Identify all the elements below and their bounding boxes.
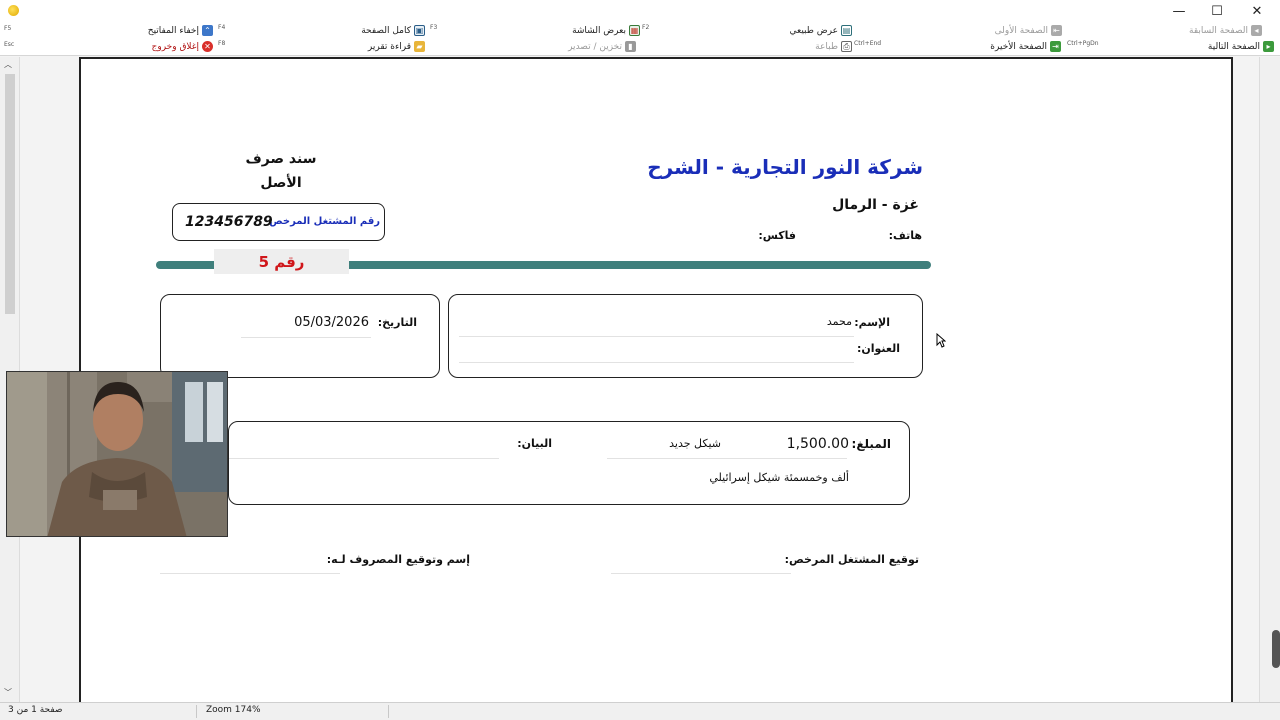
company-name: شركة النور التجارية - الشرح	[647, 155, 923, 179]
screen-width-button[interactable]: ▦ بعرض الشاشة	[572, 25, 640, 36]
company-city: غزة - الرمال	[832, 197, 919, 213]
amount-underline	[607, 458, 847, 459]
address-label: العنوان:	[856, 342, 900, 355]
full-page-label: كامل الصفحة	[361, 25, 411, 36]
date-value: 05/03/2026	[294, 315, 369, 330]
address-underline	[459, 362, 854, 363]
status-bar: صفحة 1 من 3 Zoom 174%	[0, 702, 1280, 720]
document-copy: الأصل	[260, 175, 302, 191]
scrollbar-thumb[interactable]	[5, 74, 15, 314]
minimize-button[interactable]: —	[1160, 0, 1198, 22]
amount-value: 1,500.00	[786, 436, 849, 452]
title-bar: — ☐ ✕	[0, 0, 1280, 22]
date-underline	[241, 337, 371, 338]
close-window-button[interactable]: ✕	[1238, 0, 1276, 22]
name-underline	[459, 336, 854, 337]
description-label: البيان:	[517, 437, 552, 450]
hide-keys-label: إخفاء المفاتيح	[147, 25, 199, 36]
fax-label: فاكس:	[758, 229, 796, 242]
close-exit-icon: ✕	[202, 41, 213, 52]
scroll-up-arrow-icon[interactable]: ︿	[4, 59, 12, 70]
last-page-button[interactable]: ⇥ الصفحة الأخيرة	[990, 41, 1061, 52]
right-scroll-area	[1259, 57, 1280, 702]
report-preview-window: — ☐ ✕ F5 Esc ◂ الصفحة السابقة ⇤ الصفحة ا…	[0, 0, 1280, 720]
read-report-button[interactable]: ▰ قراءة تقرير	[368, 41, 425, 52]
description-underline	[229, 458, 499, 459]
amount-box: المبلغ: 1,500.00 شيكل جديد البيان: ألف و…	[228, 421, 910, 505]
recipient-box: الإسم: محمد العنوان:	[448, 294, 923, 378]
normal-view-button[interactable]: ▤ عرض طبيعي	[789, 25, 852, 36]
report-page: شركة النور التجارية - الشرح غزة - الرمال…	[79, 57, 1233, 702]
webcam-overlay	[6, 371, 228, 537]
scroll-down-arrow-icon[interactable]: ﹀	[4, 687, 12, 698]
last-page-label: الصفحة الأخيرة	[990, 41, 1047, 52]
hide-keys-icon: ⌃	[202, 25, 213, 36]
currency-label: شيكل جديد	[669, 437, 721, 450]
first-page-icon: ⇤	[1051, 25, 1062, 36]
zoom-level: Zoom 174%	[206, 705, 261, 715]
f4-key-hint: F4	[218, 24, 226, 31]
maximize-button[interactable]: ☐	[1198, 0, 1236, 22]
phone-label: هاتف:	[888, 229, 922, 242]
close-exit-label: إغلاق وخروج	[151, 41, 199, 52]
status-divider	[196, 705, 197, 718]
license-label: رقم المشتغل المرخص	[269, 216, 380, 227]
printer-icon: ⎙	[841, 41, 852, 52]
normal-view-label: عرض طبيعي	[789, 25, 838, 36]
f3-key-hint: F3	[430, 24, 438, 31]
license-box: رقم المشتغل المرخص 123456789	[172, 203, 385, 241]
full-page-button[interactable]: ▣ كامل الصفحة	[361, 25, 425, 36]
read-report-label: قراءة تقرير	[367, 41, 411, 52]
f5-key-hint: F5	[4, 25, 12, 32]
licensee-signature-line	[611, 573, 791, 574]
ctrl-end-key-hint: Ctrl+End	[854, 40, 882, 47]
app-icon	[8, 5, 19, 16]
f2-key-hint: F2	[642, 24, 650, 31]
first-page-label: الصفحة الأولى	[994, 25, 1048, 36]
next-page-icon: ▸	[1263, 41, 1274, 52]
amount-in-words: ألف وخمسمئة شيكل إسرائيلي	[709, 471, 849, 484]
status-divider	[388, 705, 389, 718]
prev-page-icon: ◂	[1251, 25, 1262, 36]
screen-width-label: بعرض الشاشة	[572, 25, 626, 36]
page-info: صفحة 1 من 3	[8, 705, 63, 715]
licensee-signature-label: توقيع المشتغل المرخص:	[784, 553, 919, 566]
export-icon: ▮	[625, 41, 636, 52]
name-label: الإسم:	[854, 316, 890, 329]
prev-page-button[interactable]: ◂ الصفحة السابقة	[1189, 25, 1262, 36]
f8-key-hint: F8	[218, 40, 226, 47]
amount-label: المبلغ:	[851, 437, 891, 451]
screen-width-icon: ▦	[629, 25, 640, 36]
recipient-signature-line	[160, 573, 340, 574]
folder-open-icon: ▰	[414, 41, 425, 52]
normal-view-icon: ▤	[841, 25, 852, 36]
date-label: التاريخ:	[377, 316, 417, 329]
hide-keys-button[interactable]: ⌃ إخفاء المفاتيح	[148, 25, 213, 36]
prev-page-label: الصفحة السابقة	[1189, 25, 1248, 36]
date-box: التاريخ: 05/03/2026	[160, 294, 440, 378]
presenter-video-frame	[7, 372, 227, 536]
last-page-icon: ⇥	[1050, 41, 1061, 52]
save-export-button[interactable]: ▮ تخزين / تصدير	[568, 41, 636, 52]
name-value: محمد	[826, 315, 852, 328]
recipient-signature-label: إسم وتوقيع المصروف لـه:	[326, 553, 470, 566]
document-type: سند صرف	[245, 151, 317, 167]
print-button[interactable]: ⎙ طباعة	[815, 41, 852, 52]
close-exit-button[interactable]: ✕ إغلاق وخروج	[152, 41, 213, 52]
license-number: 123456789	[185, 214, 273, 230]
next-page-label: الصفحة التالية	[1207, 41, 1260, 52]
esc-key-hint: Esc	[4, 41, 15, 48]
mouse-cursor-icon	[936, 333, 946, 348]
print-label: طباعة	[815, 41, 838, 52]
right-scroll-thumb[interactable]	[1272, 630, 1280, 668]
first-page-button[interactable]: ⇤ الصفحة الأولى	[995, 25, 1062, 36]
toolbar: F5 Esc ◂ الصفحة السابقة ⇤ الصفحة الأولى …	[0, 22, 1280, 56]
next-page-button[interactable]: ▸ الصفحة التالية	[1208, 41, 1274, 52]
save-export-label: تخزين / تصدير	[568, 41, 622, 52]
full-page-icon: ▣	[414, 25, 425, 36]
ctrl-pgdn-key-hint: Ctrl+PgDn	[1067, 40, 1099, 47]
voucher-number: رقم 5	[214, 249, 349, 274]
